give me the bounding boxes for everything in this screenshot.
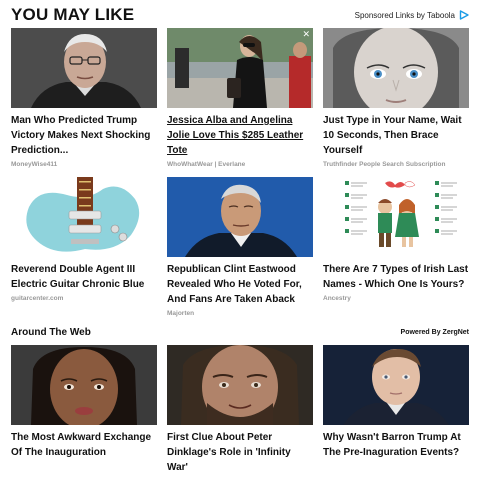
recommendation-grid-bottom: The Most Awkward Exchange Of The Inaugur… bbox=[11, 345, 469, 475]
clint-eastwood-photo[interactable] bbox=[167, 177, 313, 257]
man-with-glasses-photo[interactable] bbox=[11, 28, 157, 108]
card-title[interactable]: Man Who Predicted Trump Victory Makes Ne… bbox=[11, 113, 157, 158]
taboola-play-icon bbox=[459, 10, 469, 20]
widget-title: YOU MAY LIKE bbox=[11, 5, 135, 24]
card-source: Truthfinder People Search Subscription bbox=[323, 161, 446, 168]
peter-dinklage-photo[interactable] bbox=[167, 345, 313, 425]
card-source: guitarcenter.com bbox=[11, 295, 64, 302]
recommendation-card[interactable]: Reverend Double Agent III Electric Guita… bbox=[11, 177, 157, 317]
widget-header: YOU MAY LIKE Sponsored Links by Taboola bbox=[11, 5, 469, 25]
blue-electric-guitar-photo[interactable] bbox=[11, 177, 157, 257]
card-source: Ancestry bbox=[323, 295, 351, 302]
blue-eyed-woman-photo[interactable] bbox=[323, 28, 469, 108]
recommendation-card[interactable]: The Most Awkward Exchange Of The Inaugur… bbox=[11, 345, 157, 475]
sponsored-links-link[interactable]: Sponsored Links by Taboola bbox=[355, 10, 469, 20]
recommendation-card[interactable]: Why Wasn't Barron Trump At The Pre-Inagu… bbox=[323, 345, 469, 475]
close-icon[interactable]: ✕ bbox=[302, 29, 310, 40]
woman-face-photo[interactable] bbox=[11, 345, 157, 425]
recommendation-card[interactable]: Just Type in Your Name, Wait 10 Seconds,… bbox=[323, 28, 469, 168]
woman-walking-street-photo[interactable]: ✕ bbox=[167, 28, 313, 108]
card-title[interactable]: Reverend Double Agent III Electric Guita… bbox=[11, 262, 157, 292]
card-source: Majorten bbox=[167, 310, 195, 317]
recommendation-grid-top: Man Who Predicted Trump Victory Makes Ne… bbox=[11, 28, 469, 168]
recommendation-card[interactable]: First Clue About Peter Dinklage's Role i… bbox=[167, 345, 313, 475]
card-source: WhoWhatWear | Everlane bbox=[167, 161, 246, 168]
card-title[interactable]: Jessica Alba and Angelina Jolie Love Thi… bbox=[167, 113, 313, 158]
boy-face-photo[interactable] bbox=[323, 345, 469, 425]
recommendation-card[interactable]: ✕ Jessica Alba and Angelina Jolie Love T… bbox=[167, 28, 313, 168]
around-the-web-header: Around The Web Powered By ZergNet bbox=[11, 327, 469, 341]
irish-names-illustration[interactable] bbox=[323, 177, 469, 257]
recommendation-card[interactable]: Republican Clint Eastwood Revealed Who H… bbox=[167, 177, 313, 317]
powered-by-link[interactable]: Powered By ZergNet bbox=[401, 329, 469, 336]
card-source: MoneyWise411 bbox=[11, 161, 58, 168]
recommendation-grid-middle: Reverend Double Agent III Electric Guita… bbox=[11, 177, 469, 317]
card-title[interactable]: Why Wasn't Barron Trump At The Pre-Inagu… bbox=[323, 430, 469, 460]
recommendation-card[interactable]: There Are 7 Types of Irish Last Names - … bbox=[323, 177, 469, 317]
sponsor-label: Sponsored Links by Taboola bbox=[354, 10, 455, 20]
card-title[interactable]: Republican Clint Eastwood Revealed Who H… bbox=[167, 262, 313, 307]
card-title[interactable]: The Most Awkward Exchange Of The Inaugur… bbox=[11, 430, 157, 460]
recommendation-card[interactable]: Man Who Predicted Trump Victory Makes Ne… bbox=[11, 28, 157, 168]
card-title[interactable]: Just Type in Your Name, Wait 10 Seconds,… bbox=[323, 113, 469, 158]
card-title[interactable]: There Are 7 Types of Irish Last Names - … bbox=[323, 262, 469, 292]
section-title: Around The Web bbox=[11, 327, 91, 338]
card-title[interactable]: First Clue About Peter Dinklage's Role i… bbox=[167, 430, 313, 475]
